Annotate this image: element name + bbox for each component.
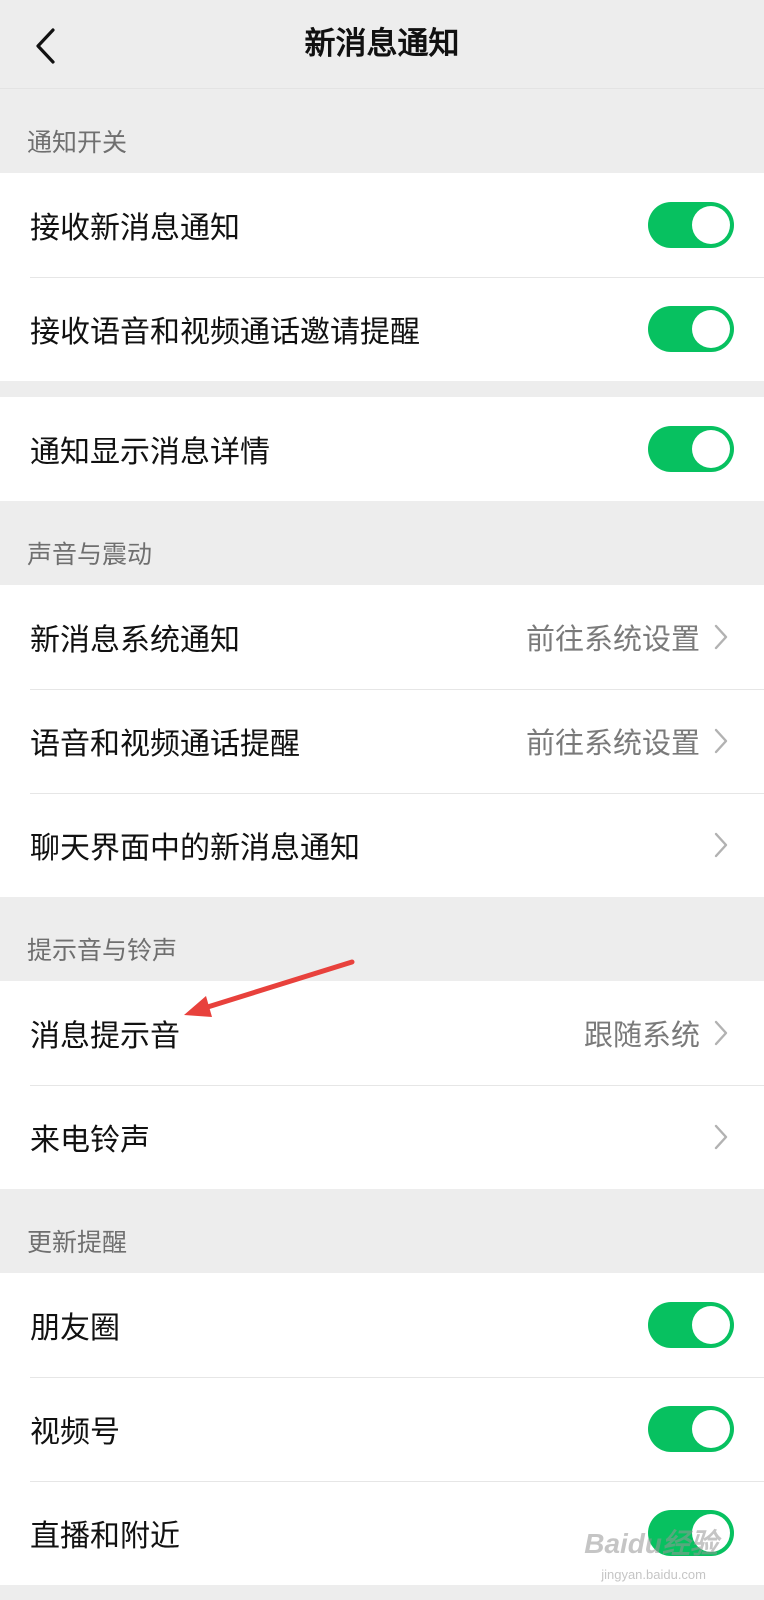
row-message-tone[interactable]: 消息提示音 跟随系统 [0,981,764,1085]
toggle-knob [692,206,730,244]
toggle-switch-on[interactable] [648,1406,734,1452]
section-header-notify-switch: 通知开关 [27,128,128,157]
row-label: 消息提示音 [30,1019,180,1054]
row-label: 直播和附近 [30,1519,180,1554]
row-label: 新消息系统通知 [30,623,240,658]
chevron-right-icon [714,1020,730,1046]
group-tones: 消息提示音 跟随系统 来电铃声 [0,981,764,1189]
row-new-message-system-notification[interactable]: 新消息系统通知 前往系统设置 [0,585,764,689]
toggle-knob [692,1410,730,1448]
section-header-sound-vibrate: 声音与震动 [27,540,153,569]
chevron-right-icon [714,1124,730,1150]
row-value: 跟随系统 [583,1018,700,1052]
row-value: 前往系统设置 [525,726,700,760]
row-ringtone[interactable]: 来电铃声 [0,1085,764,1189]
toggle-switch-on[interactable] [648,202,734,248]
navigation-bar: 新消息通知 [0,0,764,89]
toggle-switch-on[interactable] [648,306,734,352]
row-label: 聊天界面中的新消息通知 [30,831,360,866]
row-receive-new-message[interactable]: 接收新消息通知 [0,173,764,277]
toggle-switch-on[interactable] [648,426,734,472]
toggle-knob [692,310,730,348]
row-moments[interactable]: 朋友圈 [0,1273,764,1377]
row-label: 语音和视频通话提醒 [30,727,300,762]
row-in-chat-notification[interactable]: 聊天界面中的新消息通知 [0,793,764,897]
row-label: 接收语音和视频通话邀请提醒 [30,315,420,350]
row-receive-call-invite[interactable]: 接收语音和视频通话邀请提醒 [0,277,764,381]
row-label: 朋友圈 [30,1311,120,1346]
toggle-switch-on[interactable] [648,1302,734,1348]
row-label: 接收新消息通知 [30,211,240,246]
row-show-message-details[interactable]: 通知显示消息详情 [0,397,764,501]
group-notify-switch: 接收新消息通知 接收语音和视频通话邀请提醒 [0,173,764,381]
row-value: 前往系统设置 [525,622,700,656]
row-label: 通知显示消息详情 [30,435,270,470]
chevron-right-icon [714,728,730,754]
row-call-reminder[interactable]: 语音和视频通话提醒 前往系统设置 [0,689,764,793]
section-header-updates: 更新提醒 [27,1228,128,1257]
chevron-right-icon [714,832,730,858]
group-sound-vibrate: 新消息系统通知 前往系统设置 语音和视频通话提醒 前往系统设置 聊天界面中的新消… [0,585,764,897]
row-channels[interactable]: 视频号 [0,1377,764,1481]
row-label: 来电铃声 [30,1123,150,1158]
baidu-watermark-url: jingyan.baidu.com [601,1567,706,1582]
group-details: 通知显示消息详情 [0,397,764,501]
toggle-knob [692,1306,730,1344]
toggle-knob [692,430,730,468]
baidu-watermark-logo: Baidu经验 [584,1528,718,1559]
page-title: 新消息通知 [304,26,460,62]
section-header-tones: 提示音与铃声 [27,936,178,965]
row-label: 视频号 [30,1415,120,1450]
chevron-right-icon [714,624,730,650]
